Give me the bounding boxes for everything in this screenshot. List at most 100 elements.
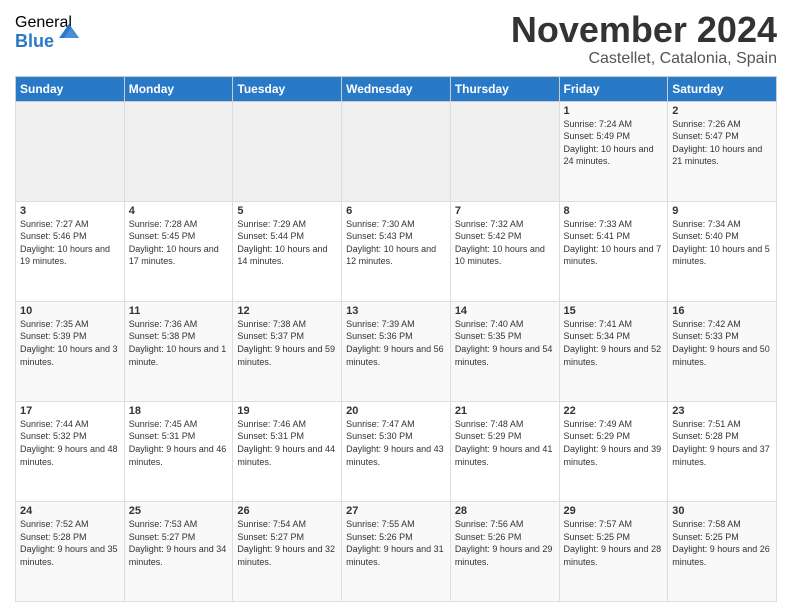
day-cell: 25Sunrise: 7:53 AM Sunset: 5:27 PM Dayli… [124, 501, 233, 601]
day-number: 1 [564, 105, 664, 117]
header-monday: Monday [124, 76, 233, 101]
day-info: Sunrise: 7:34 AM Sunset: 5:40 PM Dayligh… [672, 218, 772, 268]
day-info: Sunrise: 7:32 AM Sunset: 5:42 PM Dayligh… [455, 218, 555, 268]
day-cell: 15Sunrise: 7:41 AM Sunset: 5:34 PM Dayli… [559, 301, 668, 401]
day-cell: 1Sunrise: 7:24 AM Sunset: 5:49 PM Daylig… [559, 101, 668, 201]
day-info: Sunrise: 7:52 AM Sunset: 5:28 PM Dayligh… [20, 518, 120, 568]
calendar: Sunday Monday Tuesday Wednesday Thursday… [15, 76, 777, 602]
day-cell: 22Sunrise: 7:49 AM Sunset: 5:29 PM Dayli… [559, 401, 668, 501]
day-number: 5 [237, 205, 337, 217]
header-tuesday: Tuesday [233, 76, 342, 101]
day-number: 13 [346, 305, 446, 317]
day-number: 8 [564, 205, 664, 217]
location: Castellet, Catalonia, Spain [511, 50, 777, 68]
day-info: Sunrise: 7:35 AM Sunset: 5:39 PM Dayligh… [20, 318, 120, 368]
logo-icon [57, 20, 81, 44]
day-cell: 26Sunrise: 7:54 AM Sunset: 5:27 PM Dayli… [233, 501, 342, 601]
day-number: 16 [672, 305, 772, 317]
day-info: Sunrise: 7:42 AM Sunset: 5:33 PM Dayligh… [672, 318, 772, 368]
header: General Blue November 2024 Castellet, Ca… [15, 10, 777, 68]
header-thursday: Thursday [450, 76, 559, 101]
month-title: November 2024 [511, 10, 777, 50]
day-cell: 3Sunrise: 7:27 AM Sunset: 5:46 PM Daylig… [16, 201, 125, 301]
day-number: 20 [346, 405, 446, 417]
header-saturday: Saturday [668, 76, 777, 101]
header-sunday: Sunday [16, 76, 125, 101]
day-number: 10 [20, 305, 120, 317]
day-number: 29 [564, 505, 664, 517]
day-info: Sunrise: 7:49 AM Sunset: 5:29 PM Dayligh… [564, 418, 664, 468]
week-row-0: 1Sunrise: 7:24 AM Sunset: 5:49 PM Daylig… [16, 101, 777, 201]
day-number: 26 [237, 505, 337, 517]
day-info: Sunrise: 7:56 AM Sunset: 5:26 PM Dayligh… [455, 518, 555, 568]
logo: General Blue [15, 14, 81, 51]
day-cell [124, 101, 233, 201]
day-cell: 13Sunrise: 7:39 AM Sunset: 5:36 PM Dayli… [342, 301, 451, 401]
week-row-4: 24Sunrise: 7:52 AM Sunset: 5:28 PM Dayli… [16, 501, 777, 601]
day-info: Sunrise: 7:30 AM Sunset: 5:43 PM Dayligh… [346, 218, 446, 268]
calendar-header: Sunday Monday Tuesday Wednesday Thursday… [16, 76, 777, 101]
day-info: Sunrise: 7:47 AM Sunset: 5:30 PM Dayligh… [346, 418, 446, 468]
day-number: 21 [455, 405, 555, 417]
day-info: Sunrise: 7:41 AM Sunset: 5:34 PM Dayligh… [564, 318, 664, 368]
day-number: 18 [129, 405, 229, 417]
day-info: Sunrise: 7:33 AM Sunset: 5:41 PM Dayligh… [564, 218, 664, 268]
logo-text: General Blue [15, 14, 81, 51]
day-cell: 7Sunrise: 7:32 AM Sunset: 5:42 PM Daylig… [450, 201, 559, 301]
day-number: 7 [455, 205, 555, 217]
day-info: Sunrise: 7:27 AM Sunset: 5:46 PM Dayligh… [20, 218, 120, 268]
day-number: 4 [129, 205, 229, 217]
day-number: 11 [129, 305, 229, 317]
header-row: Sunday Monday Tuesday Wednesday Thursday… [16, 76, 777, 101]
day-info: Sunrise: 7:46 AM Sunset: 5:31 PM Dayligh… [237, 418, 337, 468]
day-number: 2 [672, 105, 772, 117]
day-cell: 4Sunrise: 7:28 AM Sunset: 5:45 PM Daylig… [124, 201, 233, 301]
day-info: Sunrise: 7:26 AM Sunset: 5:47 PM Dayligh… [672, 118, 772, 168]
day-cell: 29Sunrise: 7:57 AM Sunset: 5:25 PM Dayli… [559, 501, 668, 601]
day-info: Sunrise: 7:28 AM Sunset: 5:45 PM Dayligh… [129, 218, 229, 268]
day-cell: 14Sunrise: 7:40 AM Sunset: 5:35 PM Dayli… [450, 301, 559, 401]
day-cell: 21Sunrise: 7:48 AM Sunset: 5:29 PM Dayli… [450, 401, 559, 501]
logo-blue: Blue [15, 32, 54, 52]
day-cell: 20Sunrise: 7:47 AM Sunset: 5:30 PM Dayli… [342, 401, 451, 501]
day-number: 24 [20, 505, 120, 517]
day-number: 23 [672, 405, 772, 417]
day-number: 14 [455, 305, 555, 317]
day-info: Sunrise: 7:58 AM Sunset: 5:25 PM Dayligh… [672, 518, 772, 568]
day-cell: 28Sunrise: 7:56 AM Sunset: 5:26 PM Dayli… [450, 501, 559, 601]
day-number: 28 [455, 505, 555, 517]
day-info: Sunrise: 7:29 AM Sunset: 5:44 PM Dayligh… [237, 218, 337, 268]
day-info: Sunrise: 7:40 AM Sunset: 5:35 PM Dayligh… [455, 318, 555, 368]
day-number: 19 [237, 405, 337, 417]
page: General Blue November 2024 Castellet, Ca… [0, 0, 792, 612]
day-info: Sunrise: 7:48 AM Sunset: 5:29 PM Dayligh… [455, 418, 555, 468]
day-cell: 10Sunrise: 7:35 AM Sunset: 5:39 PM Dayli… [16, 301, 125, 401]
day-info: Sunrise: 7:44 AM Sunset: 5:32 PM Dayligh… [20, 418, 120, 468]
day-cell: 9Sunrise: 7:34 AM Sunset: 5:40 PM Daylig… [668, 201, 777, 301]
calendar-body: 1Sunrise: 7:24 AM Sunset: 5:49 PM Daylig… [16, 101, 777, 601]
day-cell: 24Sunrise: 7:52 AM Sunset: 5:28 PM Dayli… [16, 501, 125, 601]
day-info: Sunrise: 7:36 AM Sunset: 5:38 PM Dayligh… [129, 318, 229, 368]
header-friday: Friday [559, 76, 668, 101]
day-cell: 8Sunrise: 7:33 AM Sunset: 5:41 PM Daylig… [559, 201, 668, 301]
day-info: Sunrise: 7:51 AM Sunset: 5:28 PM Dayligh… [672, 418, 772, 468]
day-info: Sunrise: 7:57 AM Sunset: 5:25 PM Dayligh… [564, 518, 664, 568]
day-number: 25 [129, 505, 229, 517]
day-cell [233, 101, 342, 201]
day-info: Sunrise: 7:54 AM Sunset: 5:27 PM Dayligh… [237, 518, 337, 568]
day-cell [16, 101, 125, 201]
day-cell: 6Sunrise: 7:30 AM Sunset: 5:43 PM Daylig… [342, 201, 451, 301]
day-info: Sunrise: 7:24 AM Sunset: 5:49 PM Dayligh… [564, 118, 664, 168]
day-cell: 23Sunrise: 7:51 AM Sunset: 5:28 PM Dayli… [668, 401, 777, 501]
day-cell [450, 101, 559, 201]
day-number: 9 [672, 205, 772, 217]
day-cell: 30Sunrise: 7:58 AM Sunset: 5:25 PM Dayli… [668, 501, 777, 601]
week-row-2: 10Sunrise: 7:35 AM Sunset: 5:39 PM Dayli… [16, 301, 777, 401]
day-number: 17 [20, 405, 120, 417]
week-row-1: 3Sunrise: 7:27 AM Sunset: 5:46 PM Daylig… [16, 201, 777, 301]
day-info: Sunrise: 7:45 AM Sunset: 5:31 PM Dayligh… [129, 418, 229, 468]
week-row-3: 17Sunrise: 7:44 AM Sunset: 5:32 PM Dayli… [16, 401, 777, 501]
day-number: 27 [346, 505, 446, 517]
day-cell: 11Sunrise: 7:36 AM Sunset: 5:38 PM Dayli… [124, 301, 233, 401]
day-number: 12 [237, 305, 337, 317]
